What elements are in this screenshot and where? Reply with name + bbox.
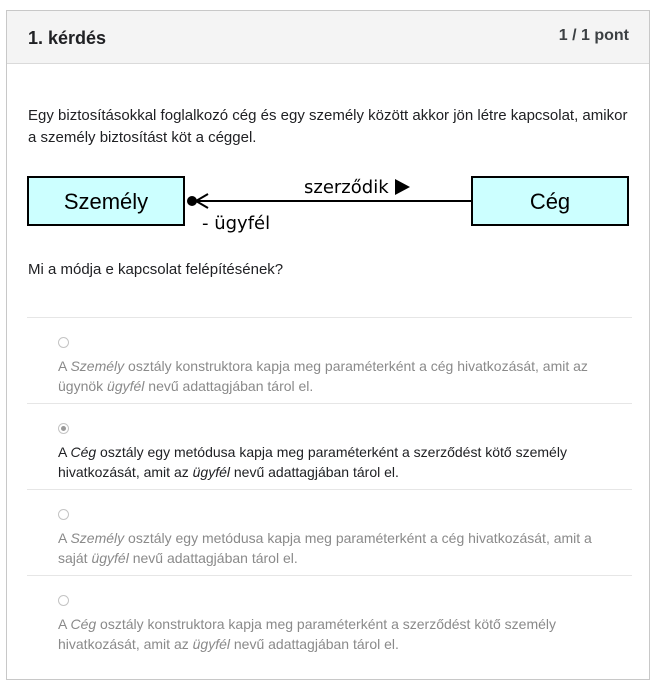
class-name-ceg: Cég: [530, 189, 570, 214]
answer-text-1: A Személy osztály konstruktora kapja meg…: [58, 356, 618, 396]
answer-text-segment: nevű adattagjában tárol el.: [229, 636, 399, 652]
question-text: Egy biztosításokkal foglalkozó cég és eg…: [28, 107, 628, 146]
association-label: szerződik: [304, 177, 389, 198]
answer-option-1[interactable]: A Személy osztály konstruktora kapja meg…: [27, 317, 632, 403]
answer-text-segment: A: [58, 444, 71, 460]
uml-diagram: Személy Cég szerződik - ügyfél: [27, 176, 629, 234]
radio-button-4[interactable]: [58, 595, 69, 606]
answer-text-segment: ügyfél: [91, 550, 129, 566]
answer-text-segment: nevű adattagjában tárol el.: [128, 550, 298, 566]
answer-text-segment: ügyfél: [107, 378, 145, 394]
question-header: 1. kérdés 1 / 1 pont: [7, 11, 649, 64]
answer-text-segment: A: [58, 616, 71, 632]
answer-option-3[interactable]: A Személy osztály egy metódusa kapja meg…: [27, 489, 632, 575]
radio-button-2[interactable]: [58, 423, 69, 434]
question-card: 1. kérdés 1 / 1 pont Egy biztosításokkal…: [6, 10, 650, 680]
question-title: 1. kérdés: [28, 28, 107, 48]
answer-text-3: A Személy osztály egy metódusa kapja meg…: [58, 528, 618, 568]
radio-button-3[interactable]: [58, 509, 69, 520]
answer-options: A Személy osztály konstruktora kapja meg…: [27, 317, 632, 661]
answer-option-2[interactable]: A Cég osztály egy metódusa kapja meg par…: [27, 403, 632, 489]
answer-text-segment: nevű adattagjában tárol el.: [229, 464, 399, 480]
reading-direction-triangle: [395, 179, 410, 195]
answer-text-segment: A: [58, 530, 71, 546]
answer-text-4: A Cég osztály konstruktora kapja meg par…: [58, 614, 618, 654]
answer-text-segment: nevű adattagjában tárol el.: [144, 378, 314, 394]
answer-text-segment: ügyfél: [192, 636, 230, 652]
role-label: - ügyfél: [202, 213, 270, 234]
answer-text-segment: Cég: [70, 616, 97, 632]
answer-text-segment: Személy: [70, 358, 125, 374]
answer-text-segment: Cég: [70, 444, 97, 460]
class-name-szemely: Személy: [64, 189, 148, 214]
answer-text-segment: A: [58, 358, 71, 374]
answer-text-segment: ügyfél: [192, 464, 230, 480]
radio-button-1[interactable]: [58, 337, 69, 348]
answer-text-2: A Cég osztály egy metódusa kapja meg par…: [58, 442, 618, 482]
answer-option-4[interactable]: A Cég osztály konstruktora kapja meg par…: [27, 575, 632, 661]
question-points: 1 / 1 pont: [558, 27, 629, 44]
answer-text-segment: Személy: [70, 530, 125, 546]
question-prompt: Mi a módja e kapcsolat felépítésének?: [28, 261, 284, 278]
